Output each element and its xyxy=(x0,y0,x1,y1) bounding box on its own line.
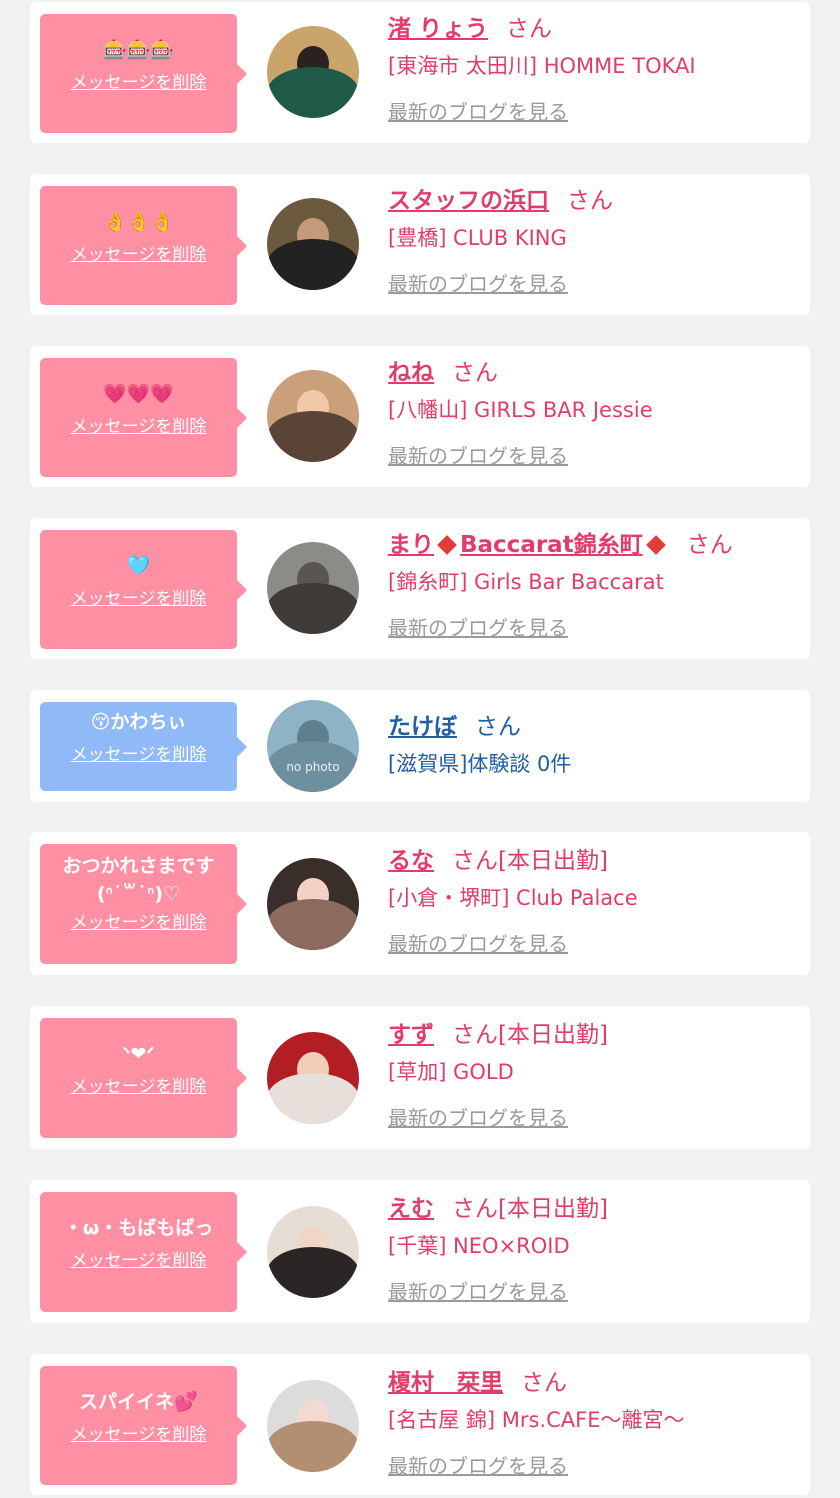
honorific: さん xyxy=(452,1022,498,1048)
latest-blog-link[interactable]: 最新のブログを見る xyxy=(388,1276,568,1305)
list-item: スパイイネ💕 メッセージを削除 榎村 栞里 さん [名古屋 錦] Mrs.CAFE… xyxy=(30,1354,810,1495)
delete-message-link[interactable]: メッセージを削除 xyxy=(71,740,207,765)
shop-info: [錦糸町] Girls Bar Baccarat xyxy=(388,570,664,594)
shop-info: [小倉・堺町] Club Palace xyxy=(388,886,638,910)
user-name-link[interactable]: まり Baccarat錦糸町 xyxy=(388,532,669,558)
message-bubble: 👌👌👌 メッセージを削除 xyxy=(40,186,247,305)
latest-blog-link[interactable]: 最新のブログを見る xyxy=(388,268,568,297)
honorific: さん xyxy=(567,188,613,214)
list-item: 👌👌👌 メッセージを削除 スタッフの浜口 さん [豊橋] CLUB KING 最新… xyxy=(30,174,810,315)
status-badge: [本日出勤] xyxy=(498,848,608,874)
user-name-link[interactable]: スタッフの浜口 xyxy=(388,188,549,214)
honorific: さん xyxy=(452,1196,498,1222)
avatar[interactable]: no photo xyxy=(267,700,359,792)
honorific: さん xyxy=(452,360,498,386)
list-item: 🩵 メッセージを削除 まり Baccarat錦糸町 さん [錦糸町] Girls B… xyxy=(30,518,810,659)
latest-blog-link[interactable]: 最新のブログを見る xyxy=(388,928,568,957)
user-name-link[interactable]: るな xyxy=(388,848,434,874)
shop-info: [東海市 太田川] HOMME TOKAI xyxy=(388,54,696,78)
avatar[interactable] xyxy=(267,370,359,462)
status-badge: [本日出勤] xyxy=(498,1196,608,1222)
user-name-link[interactable]: 渚 りょう xyxy=(388,16,488,42)
avatar[interactable] xyxy=(267,26,359,118)
delete-message-link[interactable]: メッセージを削除 xyxy=(71,584,207,609)
list-item: 😚かわちぃ メッセージを削除 no photo たけぼ さん [滋賀県]体験談 0… xyxy=(30,690,810,802)
message-text: 🩵 xyxy=(126,555,151,577)
delete-message-link[interactable]: メッセージを削除 xyxy=(71,1246,207,1271)
delete-message-link[interactable]: メッセージを削除 xyxy=(71,68,207,93)
delete-message-link[interactable]: メッセージを削除 xyxy=(71,240,207,265)
latest-blog-link[interactable]: 最新のブログを見る xyxy=(388,440,568,469)
message-bubble: 💗💗💗 メッセージを削除 xyxy=(40,358,247,477)
shop-info: [草加] GOLD xyxy=(388,1060,514,1084)
latest-blog-link[interactable]: 最新のブログを見る xyxy=(388,1102,568,1131)
delete-message-link[interactable]: メッセージを削除 xyxy=(71,1420,207,1445)
shop-info: [豊橋] CLUB KING xyxy=(388,226,567,250)
message-bubble: ・ω・もばもばっ メッセージを削除 xyxy=(40,1192,247,1312)
latest-blog-link[interactable]: 最新のブログを見る xyxy=(388,1450,568,1479)
avatar[interactable] xyxy=(267,858,359,950)
list-item: 🎰🎰🎰 メッセージを削除 渚 りょう さん [東海市 太田川] HOMME TOK… xyxy=(30,2,810,143)
message-text: 💗💗💗 xyxy=(103,383,174,405)
message-bubble: 🩵 メッセージを削除 xyxy=(40,530,247,649)
message-list: 🎰🎰🎰 メッセージを削除 渚 りょう さん [東海市 太田川] HOMME TOK… xyxy=(0,0,840,1498)
message-text: 😚かわちぃ xyxy=(90,711,187,733)
diamond-icon xyxy=(645,534,666,555)
honorific: さん xyxy=(452,848,498,874)
message-text: おつかれさまです (ᐢ˙꒳˙ᐢ)♡ xyxy=(62,855,215,905)
honorific: さん xyxy=(475,714,521,740)
avatar[interactable] xyxy=(267,542,359,634)
message-bubble: 🎰🎰🎰 メッセージを削除 xyxy=(40,14,247,133)
message-text: 👌👌👌 xyxy=(103,211,174,233)
delete-message-link[interactable]: メッセージを削除 xyxy=(71,908,207,933)
shop-info: [八幡山] GIRLS BAR Jessie xyxy=(388,398,653,422)
avatar[interactable] xyxy=(267,1206,359,1298)
shop-info: [千葉] NEO×ROID xyxy=(388,1234,570,1258)
message-bubble: スパイイネ💕 メッセージを削除 xyxy=(40,1366,247,1485)
no-photo-label: no photo xyxy=(286,760,340,774)
shop-info: [名古屋 錦] Mrs.CAFE〜離宮〜 xyxy=(388,1408,685,1432)
delete-message-link[interactable]: メッセージを削除 xyxy=(71,1072,207,1097)
message-text: ᐠ❤ᐟ xyxy=(122,1043,155,1065)
avatar[interactable] xyxy=(267,1380,359,1472)
user-name-link[interactable]: えむ xyxy=(388,1196,434,1222)
status-badge: [本日出勤] xyxy=(498,1022,608,1048)
honorific: さん xyxy=(686,532,733,558)
message-bubble: 😚かわちぃ メッセージを削除 xyxy=(40,702,247,791)
message-text: 🎰🎰🎰 xyxy=(103,39,174,61)
list-item: おつかれさまです (ᐢ˙꒳˙ᐢ)♡ メッセージを削除 るな さん[本日出勤] [小… xyxy=(30,832,810,975)
honorific: さん xyxy=(521,1370,567,1396)
avatar[interactable] xyxy=(267,1032,359,1124)
user-name-link[interactable]: たけぼ xyxy=(388,714,457,740)
latest-blog-link[interactable]: 最新のブログを見る xyxy=(388,612,568,641)
message-bubble: ᐠ❤ᐟ メッセージを削除 xyxy=(40,1018,247,1138)
delete-message-link[interactable]: メッセージを削除 xyxy=(71,412,207,437)
honorific: さん xyxy=(506,16,553,42)
list-item: 💗💗💗 メッセージを削除 ねね さん [八幡山] GIRLS BAR Jessie… xyxy=(30,346,810,487)
avatar[interactable] xyxy=(267,198,359,290)
message-bubble: おつかれさまです (ᐢ˙꒳˙ᐢ)♡ メッセージを削除 xyxy=(40,844,247,964)
latest-blog-link[interactable]: 最新のブログを見る xyxy=(388,96,568,125)
user-name-link[interactable]: ねね xyxy=(388,360,434,386)
list-item: ・ω・もばもばっ メッセージを削除 えむ さん[本日出勤] [千葉] NEO×RO… xyxy=(30,1180,810,1323)
message-text: ・ω・もばもばっ xyxy=(63,1217,214,1239)
message-text: スパイイネ💕 xyxy=(79,1391,198,1413)
list-item: ᐠ❤ᐟ メッセージを削除 すず さん[本日出勤] [草加] GOLD 最新のブログ… xyxy=(30,1006,810,1149)
diamond-icon xyxy=(437,534,457,555)
user-name-link[interactable]: すず xyxy=(388,1022,434,1048)
shop-info: [滋賀県]体験談 0件 xyxy=(388,752,572,776)
user-name-link[interactable]: 榎村 栞里 xyxy=(388,1370,503,1396)
